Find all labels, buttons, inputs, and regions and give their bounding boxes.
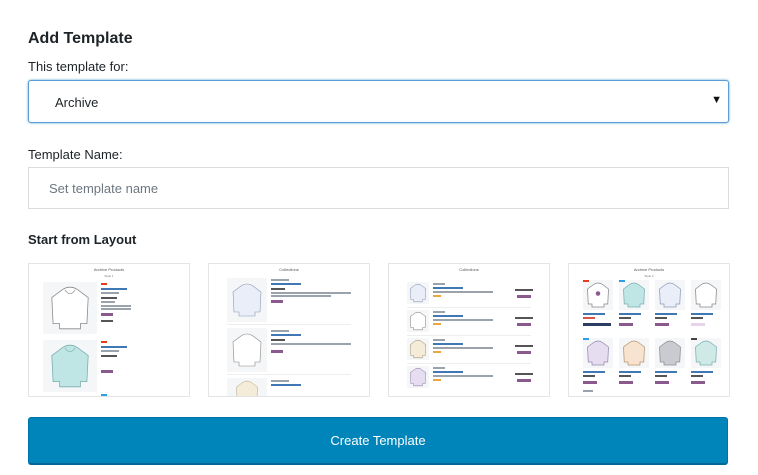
layout-option-collections-2[interactable]: Collections bbox=[388, 263, 550, 397]
create-template-button[interactable]: Create Template bbox=[28, 417, 728, 464]
hoodie-thumbnail bbox=[691, 338, 721, 368]
hoodie-thumbnail bbox=[655, 280, 685, 310]
template-for-label: This template for: bbox=[28, 59, 129, 74]
hoodie-thumbnail bbox=[583, 338, 613, 368]
hoodie-thumbnail bbox=[227, 378, 267, 396]
hoodie-thumbnail bbox=[407, 282, 429, 304]
layout-title: Collections bbox=[459, 267, 479, 272]
hoodie-thumbnail bbox=[407, 310, 429, 332]
layout-section-label: Start from Layout bbox=[28, 232, 137, 247]
layout-option-archive-style-1[interactable]: Archive Products Style 1 bbox=[28, 263, 190, 397]
hoodie-thumbnail bbox=[583, 280, 613, 310]
page-title: Add Template bbox=[28, 30, 133, 47]
template-for-select[interactable]: Archive ▼ bbox=[28, 80, 729, 123]
hoodie-thumbnail bbox=[43, 340, 97, 392]
template-name-input[interactable] bbox=[28, 167, 729, 209]
hoodie-thumbnail bbox=[407, 338, 429, 360]
hoodie-thumbnail bbox=[655, 338, 685, 368]
layout-title: Collections bbox=[279, 267, 299, 272]
layout-title: Archive Products bbox=[633, 267, 665, 272]
layout-option-archive-style-2[interactable]: Archive Products Style 2 bbox=[568, 263, 730, 397]
dropdown-arrow-icon: ▼ bbox=[711, 94, 722, 106]
hoodie-thumbnail bbox=[619, 280, 649, 310]
hoodie-thumbnail bbox=[407, 366, 429, 388]
layout-option-collections-1[interactable]: Collections bbox=[208, 263, 370, 397]
layout-options: Archive Products Style 1 Collections Col… bbox=[28, 263, 730, 397]
layout-title: Archive Products bbox=[93, 267, 125, 272]
hoodie-thumbnail bbox=[43, 282, 97, 334]
layout-subtitle: Style 1 bbox=[104, 274, 114, 278]
hoodie-thumbnail bbox=[227, 278, 267, 322]
template-for-value: Archive bbox=[55, 95, 99, 110]
template-name-label: Template Name: bbox=[28, 147, 123, 162]
hoodie-thumbnail bbox=[691, 280, 721, 310]
hoodie-thumbnail bbox=[619, 338, 649, 368]
layout-subtitle: Style 2 bbox=[644, 274, 654, 278]
hoodie-thumbnail bbox=[227, 328, 267, 372]
